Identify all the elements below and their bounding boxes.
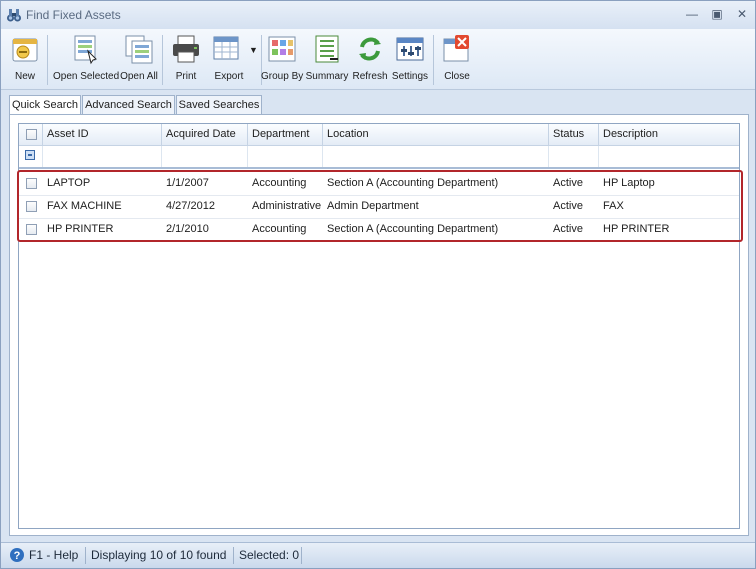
filter-description[interactable] [599,146,739,167]
column-header-location[interactable]: Location [323,124,549,145]
close-window-button[interactable]: ✕ [731,5,753,23]
settings-icon [396,37,424,61]
column-header-description[interactable]: Description [599,124,739,145]
refresh-icon [359,37,381,61]
toolbar-separator [47,35,48,85]
minimize-button[interactable]: — [681,5,703,23]
open-selected-button[interactable]: Open Selected [53,33,119,87]
column-header-department[interactable]: Department [248,124,323,145]
title-bar: Find Fixed Assets — ▣ ✕ [1,1,755,29]
group-by-icon [268,36,296,62]
tab-saved-searches[interactable]: Saved Searches [176,95,262,114]
selected-count: Selected: 0 [239,548,300,562]
help-text[interactable]: F1 - Help [29,548,78,562]
column-header-status[interactable]: Status [549,124,599,145]
settings-label: Settings [391,71,429,82]
group-by-label: Group By [261,71,304,82]
close-label: Close [444,71,470,82]
open-all-label: Open All [120,71,158,82]
export-label: Export [214,71,244,82]
select-all-checkbox[interactable] [26,129,37,140]
summary-label: Summary [305,71,349,82]
filter-asset-id[interactable] [43,146,162,167]
maximize-button[interactable]: ▣ [706,5,728,23]
column-header-acquired-date[interactable]: Acquired Date [162,124,248,145]
open-all-icon [125,35,153,64]
status-separator [85,547,86,564]
svg-text:?: ? [14,550,21,562]
grid-filter-row [19,146,739,169]
window-title: Find Fixed Assets [26,8,121,22]
filter-location[interactable] [323,146,549,167]
new-button[interactable]: New [7,33,43,87]
tab-quick-search[interactable]: Quick Search [9,95,81,115]
refresh-label: Refresh [352,71,388,82]
open-all-button[interactable]: Open All [119,33,159,87]
refresh-button[interactable]: Refresh [351,33,389,87]
open-selected-label: Open Selected [53,71,120,82]
help-icon[interactable]: ? [9,547,25,563]
open-selected-icon [74,35,97,65]
settings-button[interactable]: Settings [391,33,429,87]
toolbar: New Open Selected Open All Print ▼ Expor… [1,29,755,90]
close-button[interactable]: Close [439,33,475,87]
status-separator [301,547,302,564]
filter-acquired-date[interactable] [162,146,248,167]
filter-icon[interactable] [25,150,35,160]
filter-department[interactable] [248,146,323,167]
new-document-icon [12,38,38,62]
grid-header-row: Asset ID Acquired Date Department Locati… [19,124,739,146]
rows-highlight-box [17,170,743,242]
group-by-button[interactable]: Group By [261,33,303,87]
toolbar-separator [433,35,434,85]
summary-icon [315,35,339,63]
select-all-header [19,124,43,145]
close-icon [443,35,469,62]
status-separator [233,547,234,564]
summary-button[interactable]: Summary [305,33,349,87]
binoculars-icon [7,9,21,22]
find-fixed-assets-window: Find Fixed Assets — ▣ ✕ New Open Selecte… [0,0,756,569]
print-button[interactable]: Print [167,33,205,87]
toolbar-separator [162,35,163,85]
export-icon [213,36,239,60]
printer-icon [173,35,199,63]
export-button[interactable]: ▼ Export [207,33,259,87]
print-label: Print [175,71,197,82]
new-label: New [14,71,35,82]
export-dropdown-icon[interactable]: ▼ [249,45,258,55]
display-count: Displaying 10 of 10 found [91,548,227,562]
tab-advanced-search[interactable]: Advanced Search [82,95,175,114]
status-bar: ? F1 - Help Displaying 10 of 10 found Se… [1,542,755,568]
column-header-asset-id[interactable]: Asset ID [43,124,162,145]
filter-row-indicator [19,146,43,167]
filter-status[interactable] [549,146,599,167]
